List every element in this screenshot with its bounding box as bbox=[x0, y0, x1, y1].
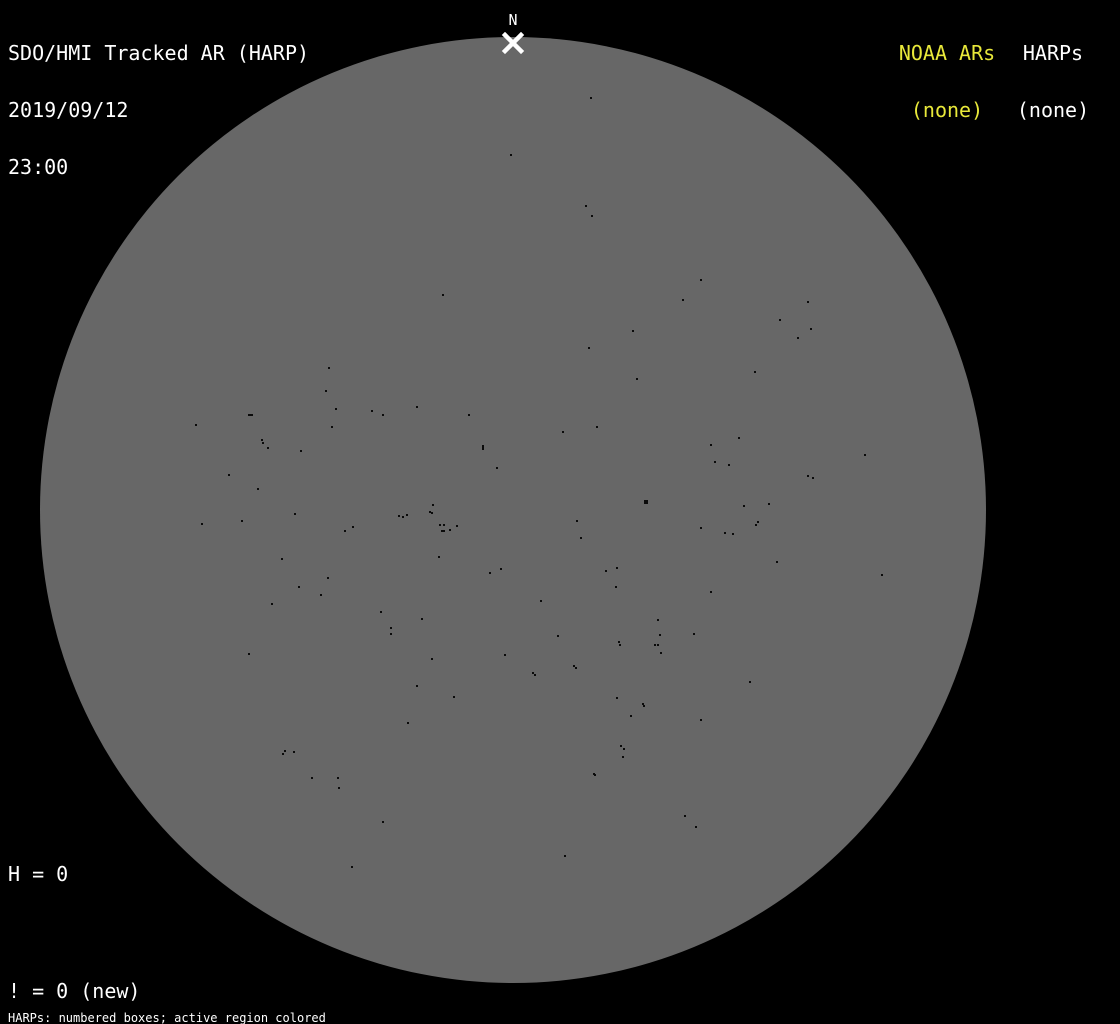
harps-legend-label: HARPs bbox=[1022, 41, 1084, 65]
north-label: N bbox=[508, 11, 518, 29]
harps-legend: HARPs (none) bbox=[1002, 6, 1104, 158]
noaa-ars-legend: NOAA ARs (none) bbox=[894, 6, 1000, 158]
footnote-block: HARPs: numbered boxes; active region col… bbox=[8, 990, 427, 1024]
north-cross-icon bbox=[501, 32, 525, 55]
plot-time: 23:00 bbox=[8, 155, 69, 179]
title-block: SDO/HMI Tracked AR (HARP) 2019/09/12 23:… bbox=[8, 6, 309, 215]
counter-gap bbox=[8, 922, 237, 944]
harps-legend-value: (none) bbox=[1016, 98, 1090, 122]
harp-count-total: H = 0 bbox=[8, 862, 69, 886]
plot-title: SDO/HMI Tracked AR (HARP) bbox=[8, 41, 310, 65]
noaa-ars-legend-label: NOAA ARs bbox=[898, 41, 996, 65]
plot-date: 2019/09/12 bbox=[8, 98, 129, 122]
plot-canvas: SDO/HMI Tracked AR (HARP) 2019/09/12 23:… bbox=[0, 0, 1120, 1024]
footnote-harps: HARPs: numbered boxes; active region col… bbox=[8, 1011, 326, 1024]
noaa-ars-legend-value: (none) bbox=[910, 98, 984, 122]
